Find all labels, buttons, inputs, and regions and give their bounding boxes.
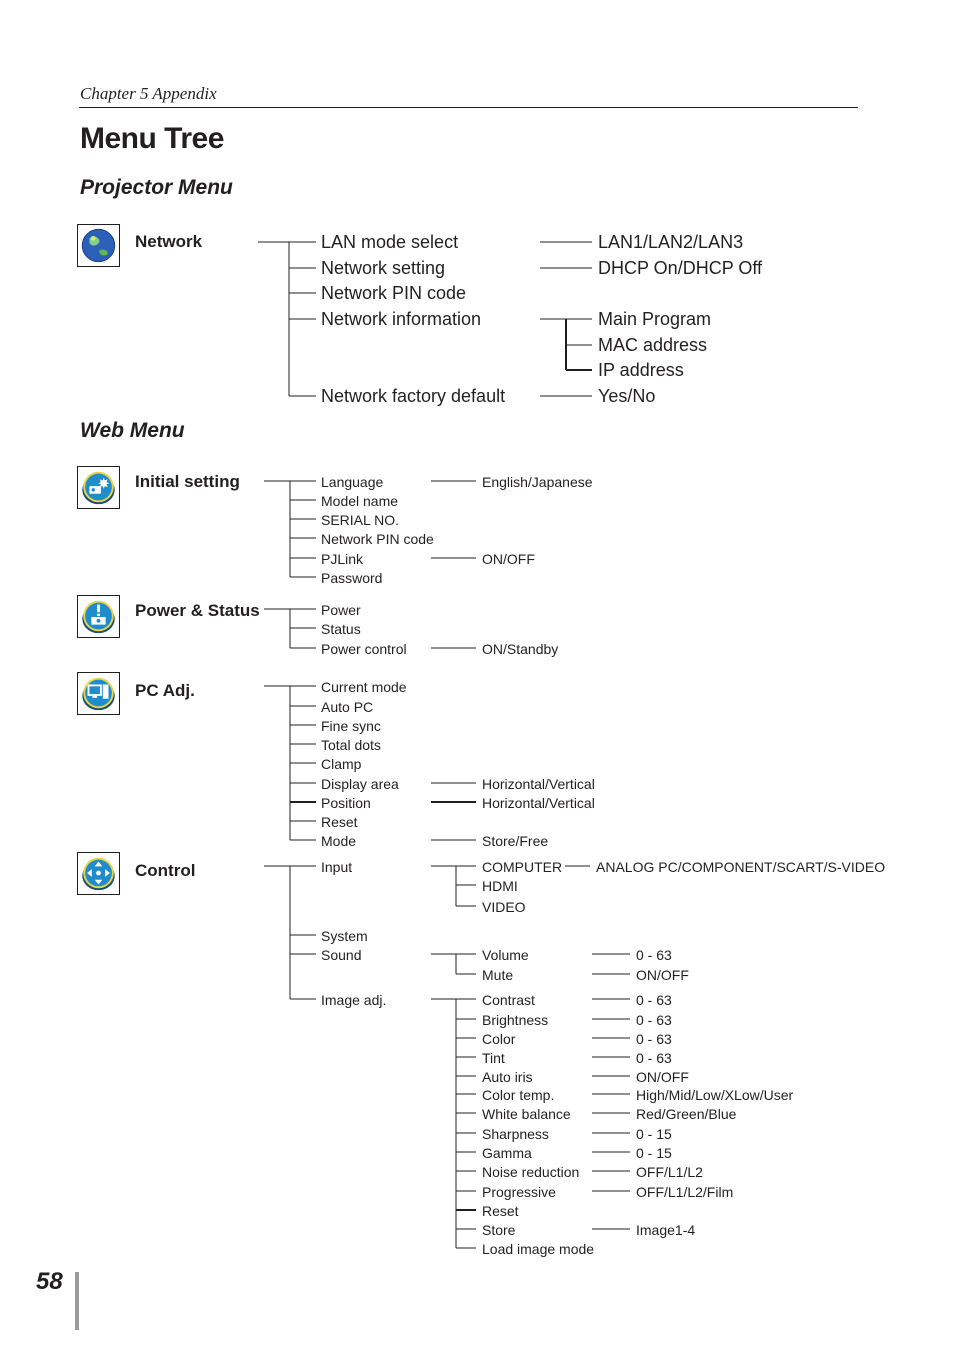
menu-subitem: Store <box>482 1222 516 1238</box>
menu-subitem: VIDEO <box>482 899 526 915</box>
category-pc-adj: PC Adj. <box>135 681 195 700</box>
menu-item: System <box>321 928 368 944</box>
menu-subitem: Sharpness <box>482 1126 549 1142</box>
menu-subitem: Gamma <box>482 1145 532 1161</box>
menu-subitem: Tint <box>482 1050 505 1066</box>
chapter-label: Chapter 5 Appendix <box>80 84 217 103</box>
menu-value: OFF/L1/L2/Film <box>636 1184 734 1200</box>
menu-item: Reset <box>321 814 358 830</box>
menu-value: Store/Free <box>482 833 549 849</box>
menu-item: Input <box>321 859 353 875</box>
menu-value: 0 - 15 <box>636 1145 672 1161</box>
menu-item: Current mode <box>321 679 407 695</box>
menu-subitem: HDMI <box>482 878 518 894</box>
menu-subitem: Contrast <box>482 992 535 1008</box>
menu-item: Network factory default <box>321 386 506 406</box>
page-number-bar <box>75 1272 79 1330</box>
menu-item: Language <box>321 474 384 490</box>
menu-option: DHCP On/DHCP Off <box>598 258 763 278</box>
menu-item: LAN mode select <box>321 232 459 252</box>
category-control: Control <box>135 861 196 880</box>
control-arrows-icon <box>77 852 120 895</box>
page-title: Menu Tree <box>80 122 224 155</box>
page-number: 58 <box>36 1268 63 1295</box>
menu-item: Sound <box>321 947 362 963</box>
menu-item: Image adj. <box>321 992 387 1008</box>
category-network: Network <box>135 232 203 251</box>
menu-subitem: Reset <box>482 1203 519 1219</box>
menu-value: 0 - 63 <box>636 1012 672 1028</box>
web-menu-heading: Web Menu <box>80 419 185 442</box>
menu-subitem: Mute <box>482 967 514 983</box>
menu-item: Network information <box>321 309 482 329</box>
menu-option: LAN1/LAN2/LAN3 <box>598 232 744 252</box>
menu-option: MAC address <box>598 335 708 355</box>
menu-subitem: COMPUTER <box>482 859 563 875</box>
menu-value: 0 - 63 <box>636 992 672 1008</box>
menu-value: ON/OFF <box>636 1069 689 1085</box>
menu-option: Yes/No <box>598 386 656 406</box>
menu-item: Model name <box>321 493 399 509</box>
menu-value: 0 - 15 <box>636 1126 672 1142</box>
menu-value: Horizontal/Vertical <box>482 776 595 792</box>
menu-item: Power <box>321 602 361 618</box>
menu-item: Fine sync <box>321 718 381 734</box>
menu-value: Red/Green/Blue <box>636 1106 737 1122</box>
menu-subitem: Noise reduction <box>482 1164 580 1180</box>
menu-item: Network PIN code <box>321 531 434 547</box>
menu-item: Position <box>321 795 371 811</box>
menu-item: Power control <box>321 641 407 657</box>
menu-value: 0 - 63 <box>636 1031 672 1047</box>
globe-icon <box>77 224 120 267</box>
menu-subitem: Color temp. <box>482 1087 555 1103</box>
power-status-icon <box>77 595 120 638</box>
menu-option: IP address <box>598 360 684 380</box>
menu-value: ON/OFF <box>482 551 535 567</box>
category-initial-setting: Initial setting <box>135 472 240 491</box>
menu-value: OFF/L1/L2 <box>636 1164 703 1180</box>
menu-value: English/Japanese <box>482 474 593 490</box>
settings-icon <box>77 466 120 509</box>
menu-value: ON/OFF <box>636 967 689 983</box>
menu-value: ANALOG PC/COMPONENT/SCART/S-VIDEO <box>596 859 886 875</box>
menu-item: Clamp <box>321 756 362 772</box>
menu-subitem: Color <box>482 1031 516 1047</box>
projector-menu-heading: Projector Menu <box>80 176 233 199</box>
menu-value: 0 - 63 <box>636 947 672 963</box>
menu-value: Image1-4 <box>636 1222 696 1238</box>
menu-value: High/Mid/Low/XLow/User <box>636 1087 794 1103</box>
menu-subitem: Auto iris <box>482 1069 533 1085</box>
menu-subitem: Load image mode <box>482 1241 595 1257</box>
menu-item: Auto PC <box>321 699 374 715</box>
menu-item: PJLink <box>321 551 364 567</box>
menu-item: Network PIN code <box>321 283 467 303</box>
menu-subitem: Progressive <box>482 1184 556 1200</box>
menu-item: Mode <box>321 833 357 849</box>
menu-item: Status <box>321 621 361 637</box>
menu-subitem: White balance <box>482 1106 571 1122</box>
menu-value: ON/Standby <box>482 641 559 657</box>
menu-item: Password <box>321 570 383 586</box>
header-rule <box>79 107 858 108</box>
menu-item: SERIAL NO. <box>321 512 400 528</box>
menu-value: Horizontal/Vertical <box>482 795 595 811</box>
menu-item: Network setting <box>321 258 446 278</box>
menu-value: 0 - 63 <box>636 1050 672 1066</box>
menu-item: Display area <box>321 776 399 792</box>
menu-subitem: Brightness <box>482 1012 549 1028</box>
pc-monitor-icon <box>77 672 120 715</box>
menu-subitem: Volume <box>482 947 529 963</box>
category-power-status: Power & Status <box>135 601 260 620</box>
menu-item: Total dots <box>321 737 381 753</box>
tree-connectors <box>258 241 630 1249</box>
menu-option: Main Program <box>598 309 712 329</box>
